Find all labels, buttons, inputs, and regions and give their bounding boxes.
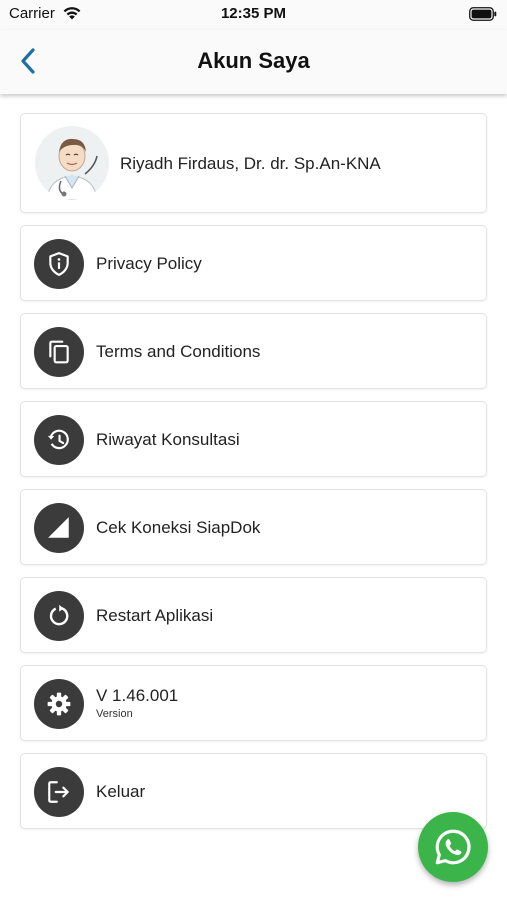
profile-name: Riyadh Firdaus, Dr. dr. Sp.An-KNA [120,154,381,173]
menu-item-keluar[interactable]: Keluar [20,753,487,829]
menu-item-riwayat-konsultasi[interactable]: Riwayat Konsultasi [20,401,487,477]
menu-label-riwayat-konsultasi: Riwayat Konsultasi [96,430,240,449]
menu-icon-circle [34,679,84,729]
clock: 12:35 PM [220,5,287,22]
nav-bar: Akun Saya [0,30,507,94]
menu-label-cek-koneksi-siapdok: Cek Koneksi SiapDok [96,518,261,537]
menu-item-restart-aplikasi[interactable]: Restart Aplikasi [20,577,487,653]
version-number: V 1.46.001 [96,686,179,705]
shield-info-icon [49,252,69,276]
whatsapp-button[interactable] [418,812,488,882]
menu-item-privacy-policy[interactable]: Privacy Policy [20,225,487,301]
status-bar: Carrier 12:35 PM [0,0,507,30]
page-title: Akun Saya [197,48,310,73]
menu-icon-circle [34,591,84,641]
profile-card[interactable]: Riyadh Firdaus, Dr. dr. Sp.An-KNA [20,113,487,213]
menu-icon-circle [34,767,84,817]
logout-icon [48,781,69,803]
signal-icon [48,517,69,538]
menu-item-terms-and-conditions[interactable]: Terms and Conditions [20,313,487,389]
avatar [35,126,109,200]
menu-item-version[interactable]: V 1.46.001 Version [20,665,487,741]
battery-icon [469,7,497,21]
copy-icon [49,340,69,364]
menu-icon-circle [34,239,84,289]
menu-label-privacy-policy: Privacy Policy [96,254,202,273]
menu-item-cek-koneksi-siapdok[interactable]: Cek Koneksi SiapDok [20,489,487,565]
menu-icon-circle [34,327,84,377]
menu-label-keluar: Keluar [96,782,146,801]
history-icon [47,429,69,450]
menu-icon-circle [34,503,84,553]
version-caption: Version [96,708,133,720]
account-menu: Riyadh Firdaus, Dr. dr. Sp.An-KNA Privac… [20,113,487,841]
menu-icon-circle [34,415,84,465]
menu-label-terms-and-conditions: Terms and Conditions [96,342,261,361]
gear-icon [47,692,71,716]
doctor-avatar-icon [35,126,109,200]
whatsapp-icon [435,829,471,865]
restart-icon [49,604,69,626]
menu-label-restart-aplikasi: Restart Aplikasi [96,606,214,625]
